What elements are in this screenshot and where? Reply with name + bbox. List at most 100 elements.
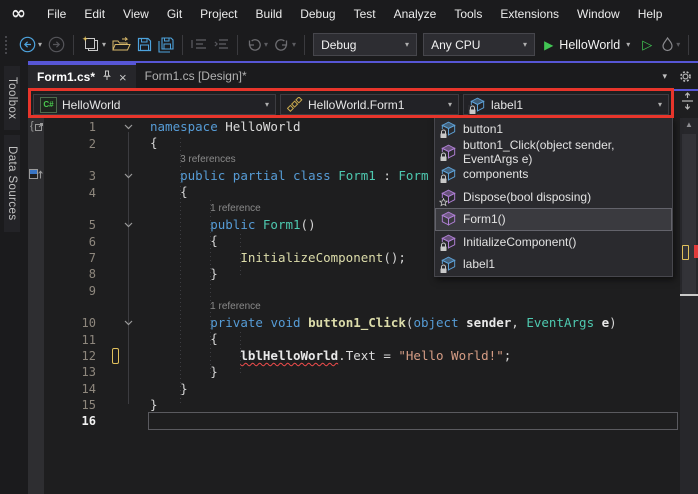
menu-item-git[interactable]: Git bbox=[158, 7, 191, 21]
navigate-forward-button[interactable] bbox=[45, 32, 68, 58]
code-line-text[interactable]: lblHelloWorld.Text = "Hello World!"; bbox=[146, 348, 511, 364]
type-dropdown[interactable]: HelloWorld.Form1 ▾ bbox=[280, 94, 459, 115]
pin-icon[interactable] bbox=[102, 70, 112, 84]
hot-reload-caret[interactable]: ▾ bbox=[676, 41, 680, 49]
menu-item-help[interactable]: Help bbox=[629, 7, 672, 21]
menu-item-view[interactable]: View bbox=[114, 7, 158, 21]
code-line-text[interactable]: public Form1() bbox=[146, 217, 316, 233]
new-project-dropdown-caret[interactable]: ▾ bbox=[102, 41, 106, 49]
namespace-margin-icon[interactable]: { bbox=[30, 121, 43, 132]
scrollbar-change-mark bbox=[682, 245, 689, 260]
menu-item-test[interactable]: Test bbox=[345, 7, 385, 21]
menu-item-edit[interactable]: Edit bbox=[75, 7, 114, 21]
new-project-button[interactable]: ▾ bbox=[79, 32, 109, 58]
document-tab-row: Form1.cs* × Form1.cs [Design]* ▾ bbox=[28, 63, 698, 89]
code-line-text[interactable]: private void button1_Click(object sender… bbox=[146, 315, 617, 331]
toolbar-grip[interactable] bbox=[5, 36, 10, 54]
start-without-debugging-button[interactable]: ▷ bbox=[642, 38, 652, 51]
undo-button-disabled[interactable]: ▾ bbox=[243, 32, 271, 58]
code-line-text[interactable]: { bbox=[146, 184, 188, 200]
field-icon bbox=[470, 97, 486, 113]
open-file-button[interactable] bbox=[109, 32, 134, 58]
menu-item-debug[interactable]: Debug bbox=[291, 7, 344, 21]
fold-margin-cell[interactable] bbox=[110, 222, 146, 228]
change-margin-cell bbox=[104, 299, 110, 315]
side-tab-toolbox[interactable]: Toolbox bbox=[4, 66, 20, 130]
menu-item-file[interactable]: File bbox=[38, 7, 75, 21]
tab-label: Form1.cs* bbox=[37, 70, 95, 84]
save-button[interactable] bbox=[134, 32, 155, 58]
back-dropdown-caret[interactable]: ▾ bbox=[38, 41, 42, 49]
member-dropdown[interactable]: label1 ▾ bbox=[463, 94, 669, 115]
code-line-text[interactable]: InitializeComponent(); bbox=[146, 250, 406, 266]
hot-reload-button-disabled[interactable]: ▾ bbox=[658, 32, 683, 58]
code-line-text[interactable]: } bbox=[146, 381, 188, 397]
play-icon: ▶ bbox=[544, 39, 553, 51]
glyph-margin-cell bbox=[28, 299, 44, 315]
change-margin-cell bbox=[104, 233, 110, 249]
code-line-text[interactable]: } bbox=[146, 364, 218, 380]
change-margin-cell bbox=[104, 266, 110, 282]
member-item-dispose-bool-disposing[interactable]: Dispose(bool disposing) bbox=[435, 186, 672, 209]
code-line-text[interactable]: } bbox=[146, 397, 158, 413]
save-icon bbox=[137, 37, 152, 52]
member-item-label: Form1() bbox=[463, 212, 506, 226]
scrollbar-thumb[interactable] bbox=[682, 134, 696, 294]
code-line-text[interactable]: namespace HelloWorld bbox=[146, 119, 301, 135]
uncomment-indent-button-disabled[interactable] bbox=[210, 32, 232, 58]
star-icon bbox=[439, 198, 448, 207]
menu-item-build[interactable]: Build bbox=[247, 7, 292, 21]
menu-item-tools[interactable]: Tools bbox=[445, 7, 491, 21]
glyph-margin-cell bbox=[28, 364, 44, 380]
member-item-label1[interactable]: label1 bbox=[435, 253, 672, 276]
document-tab-form1cs[interactable]: Form1.cs* × bbox=[28, 63, 136, 89]
code-line-text[interactable]: { bbox=[146, 135, 158, 151]
start-debugging-button[interactable]: ▶ HelloWorld ▾ bbox=[544, 38, 630, 52]
member-item-form1[interactable]: Form1() bbox=[435, 208, 672, 231]
scrollbar-up-arrow[interactable]: ▲ bbox=[680, 121, 698, 129]
project-dropdown[interactable]: C# HelloWorld ▾ bbox=[33, 94, 276, 115]
code-line-text[interactable]: { bbox=[146, 331, 218, 347]
glyph-margin-cell bbox=[28, 201, 44, 217]
undo-dropdown-caret[interactable]: ▾ bbox=[264, 41, 268, 49]
fold-margin-cell[interactable] bbox=[110, 173, 146, 179]
side-tab-data-sources[interactable]: Data Sources bbox=[4, 135, 20, 231]
document-list-dropdown[interactable]: ▾ bbox=[662, 71, 667, 82]
lock-icon bbox=[439, 242, 448, 252]
editor-vertical-scrollbar[interactable]: ▲ bbox=[680, 118, 698, 494]
menu-item-analyze[interactable]: Analyze bbox=[385, 7, 446, 21]
save-all-button[interactable] bbox=[155, 32, 177, 58]
codelens-references[interactable]: 1 reference bbox=[146, 203, 261, 214]
method-icon bbox=[441, 189, 457, 205]
document-tab-form1csdesign[interactable]: Form1.cs [Design]* bbox=[136, 63, 256, 89]
code-line-text[interactable]: } bbox=[146, 266, 218, 282]
line-number: 6 bbox=[44, 235, 104, 249]
comment-indent-button-disabled[interactable] bbox=[188, 32, 210, 58]
member-item-button1-click-object-sender-eventargs-e[interactable]: button1_Click(object sender, EventArgs e… bbox=[435, 141, 672, 164]
inheritance-margin-icon[interactable] bbox=[29, 168, 43, 180]
menu-item-extensions[interactable]: Extensions bbox=[491, 7, 568, 21]
codelens-references[interactable]: 3 references bbox=[146, 154, 236, 165]
fold-margin-cell[interactable] bbox=[110, 320, 146, 326]
code-row: 10 private void button1_Click(object sen… bbox=[28, 315, 680, 331]
code-line-text[interactable]: public partial class Form1 : Form bbox=[146, 168, 429, 184]
line-number: 2 bbox=[44, 137, 104, 151]
menu-item-project[interactable]: Project bbox=[191, 7, 246, 21]
member-item-components[interactable]: components bbox=[435, 163, 672, 186]
fold-margin-cell[interactable] bbox=[110, 124, 146, 130]
codelens-references[interactable]: 1 reference bbox=[146, 301, 261, 312]
member-item-initializecomponent[interactable]: InitializeComponent() bbox=[435, 231, 672, 254]
code-line-text[interactable]: { bbox=[146, 233, 218, 249]
solution-configurations-dropdown[interactable]: Debug ▾ bbox=[313, 33, 417, 56]
start-dropdown-caret[interactable]: ▾ bbox=[626, 41, 630, 49]
solution-platforms-dropdown[interactable]: Any CPU ▾ bbox=[423, 33, 535, 56]
navigate-backward-button[interactable]: ▾ bbox=[16, 32, 45, 58]
redo-dropdown-caret[interactable]: ▾ bbox=[292, 41, 296, 49]
gear-icon[interactable] bbox=[679, 70, 692, 83]
menu-item-window[interactable]: Window bbox=[568, 7, 629, 21]
close-icon[interactable]: × bbox=[119, 71, 127, 84]
line-number: 11 bbox=[44, 333, 104, 347]
field-icon bbox=[441, 121, 457, 137]
redo-button-disabled[interactable]: ▾ bbox=[271, 32, 299, 58]
split-window-handle[interactable] bbox=[680, 92, 695, 115]
